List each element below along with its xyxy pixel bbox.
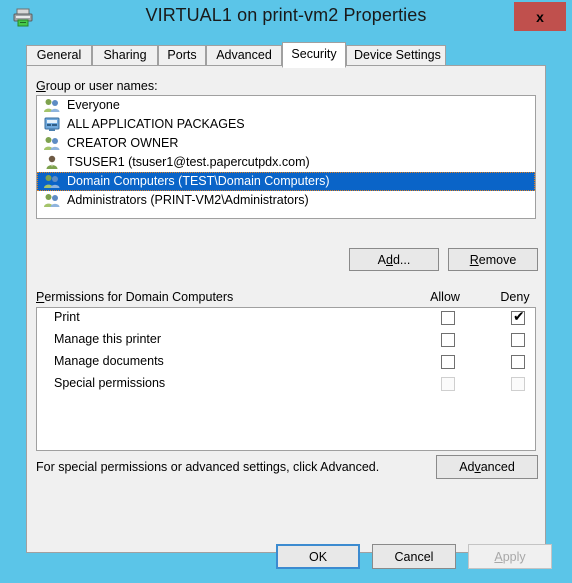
- list-item[interactable]: Everyone: [37, 96, 535, 115]
- permission-label: Manage documents: [54, 354, 164, 368]
- group-names-label-accel: G: [36, 79, 46, 93]
- window-title: VIRTUAL1 on print-vm2 Properties: [145, 5, 427, 25]
- group-icon: [43, 193, 61, 208]
- list-item-label: Everyone: [67, 98, 120, 112]
- permissions-list: Print ✔ Manage this printer Manage docum…: [36, 307, 536, 451]
- allow-checkbox[interactable]: [441, 311, 455, 325]
- add-button[interactable]: Add...: [349, 248, 439, 271]
- group-icon: [43, 136, 61, 151]
- list-item-label: CREATOR OWNER: [67, 136, 179, 150]
- list-item-label: ALL APPLICATION PACKAGES: [67, 117, 245, 131]
- permission-row: Manage this printer: [37, 330, 535, 352]
- group-icon: [43, 174, 61, 189]
- close-icon[interactable]: x: [514, 2, 566, 31]
- column-header-deny: Deny: [500, 290, 530, 304]
- deny-checkbox-disabled: [511, 377, 525, 391]
- group-names-label: Group or user names:: [36, 79, 158, 93]
- title-bar: VIRTUAL1 on print-vm2 Properties x: [0, 0, 572, 36]
- deny-checkbox[interactable]: [511, 355, 525, 369]
- deny-checkbox[interactable]: [511, 333, 525, 347]
- remove-button-accel: R: [469, 252, 479, 267]
- list-item-label: Administrators (PRINT-VM2\Administrators…: [67, 193, 309, 207]
- advanced-hint-text: For special permissions or advanced sett…: [36, 460, 380, 474]
- advanced-button-post: anced: [480, 460, 515, 474]
- add-button-accel: d: [386, 252, 393, 267]
- cancel-button[interactable]: Cancel: [372, 544, 456, 569]
- column-header-allow: Allow: [430, 290, 460, 304]
- apply-button-accel: A: [494, 549, 503, 564]
- permissions-label-rest: ermissions for Domain Computers: [44, 290, 234, 304]
- deny-checkbox[interactable]: ✔: [511, 309, 525, 325]
- list-item-label: TSUSER1 (tsuser1@test.papercutpdx.com): [67, 155, 310, 169]
- advanced-button-pre: Ad: [459, 460, 475, 474]
- add-button-post: d...: [392, 252, 411, 267]
- apply-button: Apply: [468, 544, 552, 569]
- apply-button-post: pply: [502, 549, 526, 564]
- permission-label: Special permissions: [54, 376, 166, 390]
- group-icon: [43, 98, 61, 113]
- allow-checkbox-disabled: [441, 377, 455, 391]
- group-names-label-rest: roup or user names:: [45, 79, 158, 93]
- permission-row: Print ✔: [37, 308, 535, 330]
- permission-label: Print: [54, 310, 80, 324]
- group-or-user-names-list[interactable]: Everyone ALL APPLICATION PACKAGES CREATO…: [36, 95, 536, 219]
- properties-dialog: VIRTUAL1 on print-vm2 Properties x Gener…: [0, 0, 572, 583]
- tab-security[interactable]: Security: [282, 42, 346, 68]
- ok-button[interactable]: OK: [276, 544, 360, 569]
- advanced-button[interactable]: Advanced: [436, 455, 538, 479]
- list-item-selected[interactable]: Domain Computers (TEST\Domain Computers): [37, 172, 535, 191]
- tab-device-settings[interactable]: Device Settings: [346, 45, 446, 66]
- checkmark-icon: ✔: [513, 309, 525, 325]
- list-item[interactable]: ALL APPLICATION PACKAGES: [37, 115, 535, 134]
- tab-advanced[interactable]: Advanced: [206, 45, 282, 66]
- app-packages-icon: [43, 117, 61, 132]
- remove-button[interactable]: Remove: [448, 248, 538, 271]
- permission-row: Special permissions: [37, 374, 535, 396]
- permission-label: Manage this printer: [54, 332, 162, 346]
- list-item[interactable]: TSUSER1 (tsuser1@test.papercutpdx.com): [37, 153, 535, 172]
- tab-ports[interactable]: Ports: [158, 45, 206, 66]
- tab-sharing[interactable]: Sharing: [92, 45, 158, 66]
- tab-general[interactable]: General: [26, 45, 92, 66]
- allow-checkbox[interactable]: [441, 333, 455, 347]
- permission-row: Manage documents: [37, 352, 535, 374]
- security-tab-panel: Group or user names: Everyone ALL APPLIC…: [26, 65, 552, 569]
- permissions-label: Permissions for Domain Computers: [36, 290, 233, 304]
- list-item[interactable]: CREATOR OWNER: [37, 134, 535, 153]
- add-button-pre: A: [377, 252, 386, 267]
- list-item[interactable]: Administrators (PRINT-VM2\Administrators…: [37, 191, 535, 210]
- user-icon: [43, 155, 61, 170]
- list-item-label: Domain Computers (TEST\Domain Computers): [67, 174, 330, 188]
- allow-checkbox[interactable]: [441, 355, 455, 369]
- remove-button-post: emove: [478, 252, 517, 267]
- tab-strip: General Sharing Ports Advanced Security …: [26, 42, 546, 68]
